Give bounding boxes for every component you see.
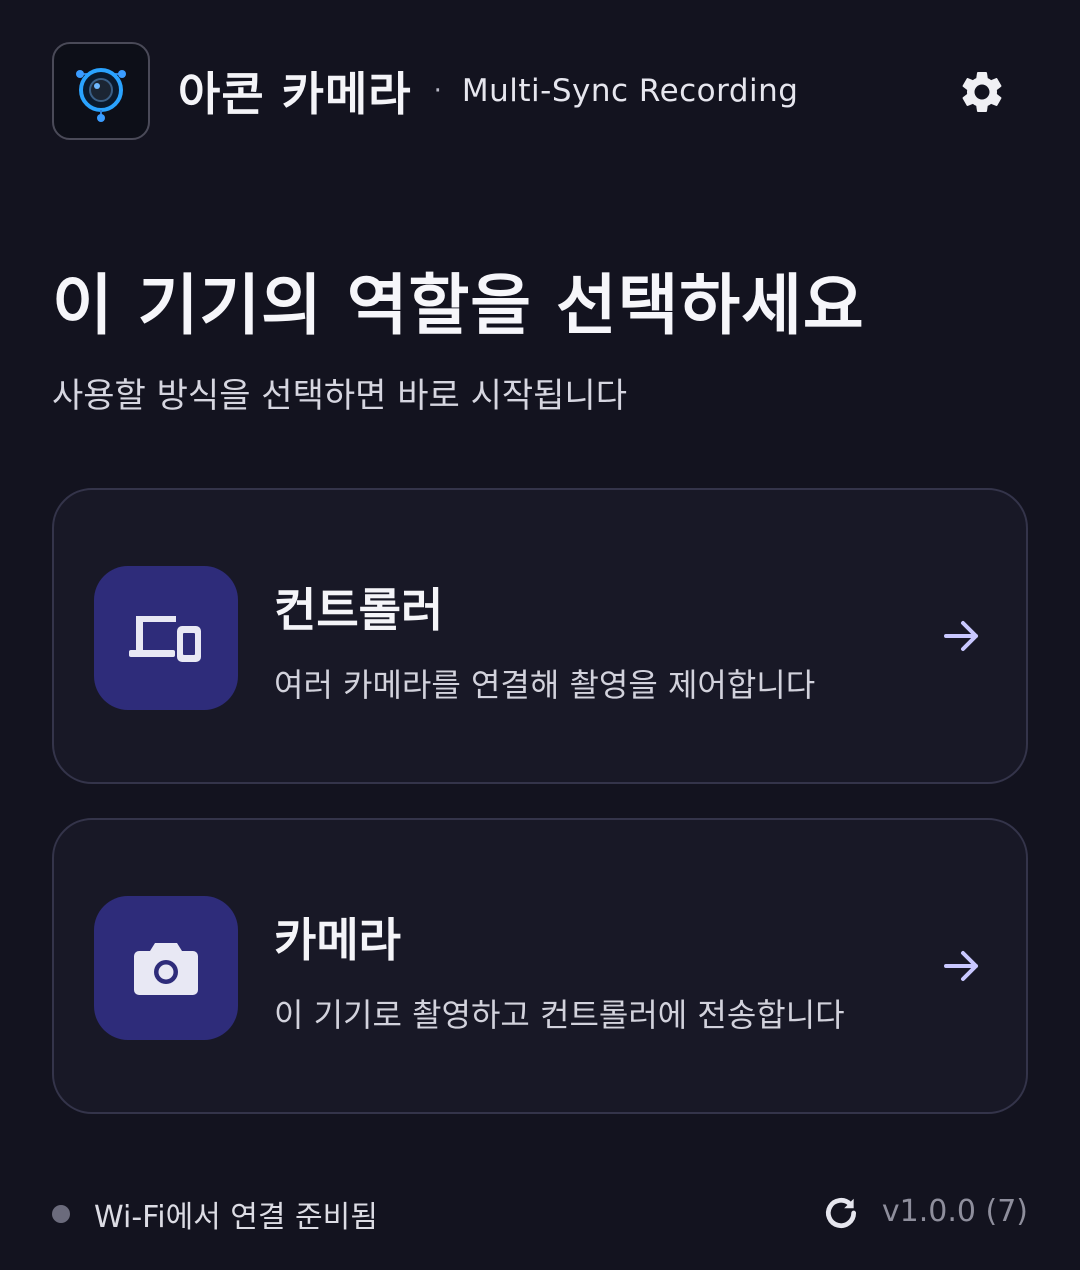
arrow-right-icon: [944, 621, 978, 651]
camera-icon: [94, 896, 238, 1040]
status-dot: [52, 1205, 70, 1223]
gear-icon: [962, 71, 1002, 112]
role-description: 여러 카메라를 연결해 촬영을 제어합니다: [274, 666, 816, 704]
app-name: 아콘 카메라: [178, 67, 412, 121]
app-header: 아콘 카메라 · Multi-Sync Recording: [52, 40, 1012, 142]
role-card-controller[interactable]: 컨트롤러 여러 카메라를 연결해 촬영을 제어합니다: [52, 488, 1028, 784]
page-subtitle: 사용할 방식을 선택하면 바로 시작됩니다: [52, 376, 627, 416]
title-separator: ·: [433, 76, 442, 106]
app-version: v1.0.0 (7): [881, 1194, 1028, 1229]
role-title: 컨트롤러: [274, 583, 444, 637]
app-subtitle: Multi-Sync Recording: [461, 73, 799, 109]
connection-status: Wi-Fi에서 연결 준비됨: [52, 1192, 378, 1236]
status-text: Wi-Fi에서 연결 준비됨: [94, 1200, 378, 1235]
app-root: 아콘 카메라 · Multi-Sync Recording 이 기기의 역할을 …: [0, 0, 1080, 1270]
devices-icon: [94, 566, 238, 710]
refresh-button[interactable]: [820, 1192, 862, 1234]
camera-lens-logo-icon: [52, 42, 150, 140]
role-description: 이 기기로 촬영하고 컨트롤러에 전송합니다: [274, 996, 845, 1034]
refresh-icon: [825, 1198, 857, 1229]
role-title: 카메라: [274, 913, 401, 967]
settings-button[interactable]: [952, 62, 1012, 122]
role-card-camera[interactable]: 카메라 이 기기로 촬영하고 컨트롤러에 전송합니다: [52, 818, 1028, 1114]
page-title: 이 기기의 역할을 선택하세요: [52, 267, 865, 344]
arrow-right-icon: [944, 951, 978, 981]
